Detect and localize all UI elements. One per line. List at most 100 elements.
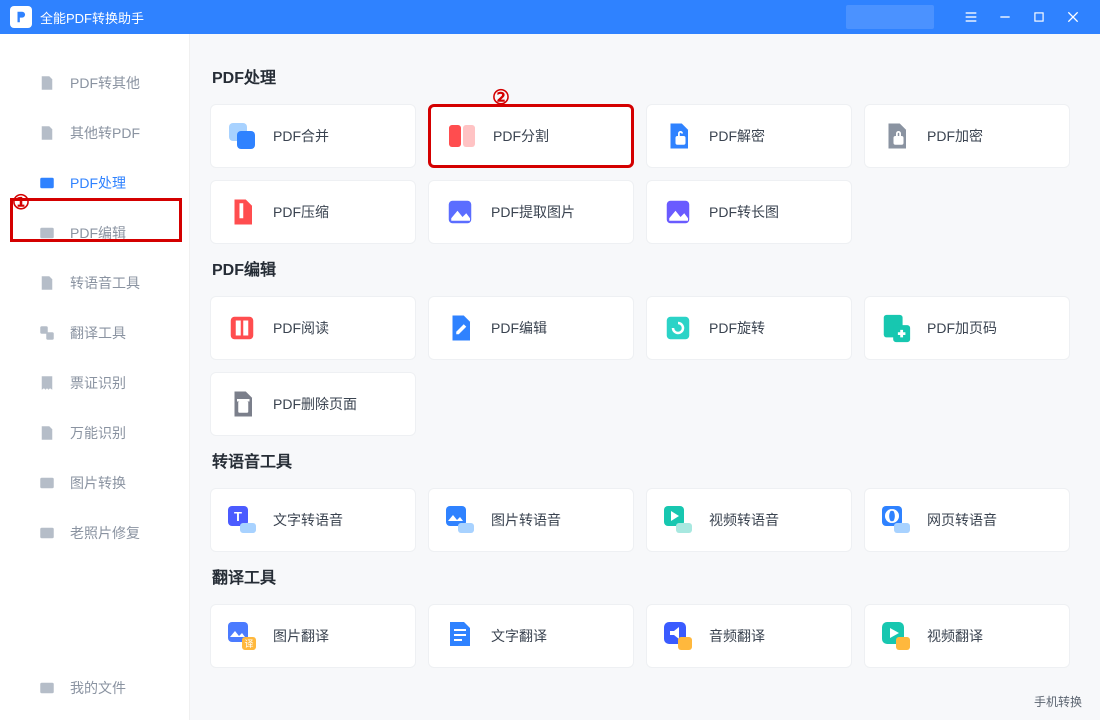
card-video-translate[interactable]: 视频翻译: [864, 604, 1070, 668]
pdf-file-icon: [38, 74, 56, 92]
card-pdf-split[interactable]: PDF分割: [428, 104, 634, 168]
text-tts-icon: T: [225, 503, 259, 537]
web-tts-icon: [879, 503, 913, 537]
video-translate-icon: [879, 619, 913, 653]
edit-icon: [443, 311, 477, 345]
delete-page-icon: [225, 387, 259, 421]
sidebar-item-translate[interactable]: 翻译工具: [0, 308, 189, 358]
sidebar-item-label: PDF编辑: [70, 223, 126, 243]
card-pdf-read[interactable]: PDF阅读: [210, 296, 416, 360]
minimize-button[interactable]: [988, 0, 1022, 34]
section-title-tts: 转语音工具: [212, 448, 1084, 472]
app-title: 全能PDF转换助手: [40, 8, 144, 27]
card-label: PDF解密: [709, 126, 765, 146]
card-web-to-speech[interactable]: 网页转语音: [864, 488, 1070, 552]
sidebar-item-other-to-pdf[interactable]: 其他转PDF: [0, 108, 189, 158]
maximize-button[interactable]: [1022, 0, 1056, 34]
card-label: 文字转语音: [273, 510, 343, 530]
unlock-icon: [661, 119, 695, 153]
card-label: 图片转语音: [491, 510, 561, 530]
sidebar-item-label: 我的文件: [70, 678, 126, 698]
sidebar-item-label: 图片转换: [70, 473, 126, 493]
sidebar: PDF转其他 其他转PDF PDF处理 PDF编辑 转语音工具 翻译工具: [0, 34, 190, 720]
section-title-pdf-process: PDF处理: [212, 64, 1084, 88]
sidebar-item-universal-ocr[interactable]: 万能识别: [0, 408, 189, 458]
text-translate-icon: [443, 619, 477, 653]
card-label: PDF旋转: [709, 318, 765, 338]
card-label: PDF转长图: [709, 202, 779, 222]
merge-icon: [225, 119, 259, 153]
card-audio-translate[interactable]: 音频翻译: [646, 604, 852, 668]
sidebar-item-photo-restore[interactable]: 老照片修复: [0, 508, 189, 558]
card-pdf-rotate[interactable]: PDF旋转: [646, 296, 852, 360]
card-label: PDF删除页面: [273, 394, 357, 414]
split-icon: [445, 119, 479, 153]
photo-restore-icon: [38, 524, 56, 542]
sidebar-item-pdf-edit[interactable]: PDF编辑: [0, 208, 189, 258]
read-icon: [225, 311, 259, 345]
card-video-to-speech[interactable]: 视频转语音: [646, 488, 852, 552]
title-bar: 全能PDF转换助手: [0, 0, 1100, 34]
sidebar-item-tts[interactable]: 转语音工具: [0, 258, 189, 308]
card-pdf-add-page-number[interactable]: PDF加页码: [864, 296, 1070, 360]
sidebar-item-label: PDF处理: [70, 173, 126, 193]
menu-button[interactable]: [954, 0, 988, 34]
card-label: 视频翻译: [927, 626, 983, 646]
card-label: PDF合并: [273, 126, 329, 146]
card-pdf-compress[interactable]: PDF压缩: [210, 180, 416, 244]
card-label: PDF加密: [927, 126, 983, 146]
footer-phone-convert[interactable]: 手机转换: [1034, 693, 1082, 710]
tts-icon: [38, 274, 56, 292]
card-image-to-speech[interactable]: 图片转语音: [428, 488, 634, 552]
svg-text:T: T: [234, 509, 242, 524]
video-tts-icon: [661, 503, 695, 537]
sidebar-item-label: 万能识别: [70, 423, 126, 443]
card-label: PDF提取图片: [491, 202, 575, 222]
card-pdf-delete-page[interactable]: PDF删除页面: [210, 372, 416, 436]
card-label: 图片翻译: [273, 626, 329, 646]
sidebar-item-label: 转语音工具: [70, 273, 140, 293]
card-pdf-edit[interactable]: PDF编辑: [428, 296, 634, 360]
translate-icon: [38, 324, 56, 342]
card-pdf-encrypt[interactable]: PDF加密: [864, 104, 1070, 168]
card-label: PDF分割: [493, 126, 549, 146]
card-text-translate[interactable]: 文字翻译: [428, 604, 634, 668]
card-label: 视频转语音: [709, 510, 779, 530]
card-pdf-merge[interactable]: PDF合并: [210, 104, 416, 168]
card-pdf-decrypt[interactable]: PDF解密: [646, 104, 852, 168]
sidebar-item-label: 老照片修复: [70, 523, 140, 543]
sidebar-item-pdf-process[interactable]: PDF处理: [0, 158, 189, 208]
image-translate-icon: 译: [225, 619, 259, 653]
main-content: PDF处理 PDF合并 PDF分割 PDF解密: [190, 34, 1100, 720]
sidebar-item-label: 票证识别: [70, 373, 126, 393]
sidebar-item-label: 翻译工具: [70, 323, 126, 343]
rotate-icon: [661, 311, 695, 345]
card-label: PDF编辑: [491, 318, 547, 338]
sidebar-item-receipt-ocr[interactable]: 票证识别: [0, 358, 189, 408]
card-label: 网页转语音: [927, 510, 997, 530]
my-files-icon: [38, 679, 56, 697]
section-title-pdf-edit: PDF编辑: [212, 256, 1084, 280]
sidebar-item-image-convert[interactable]: 图片转换: [0, 458, 189, 508]
image-extract-icon: [443, 195, 477, 229]
pdf-convert-icon: [38, 124, 56, 142]
card-text-to-speech[interactable]: T 文字转语音: [210, 488, 416, 552]
sidebar-item-label: PDF转其他: [70, 73, 140, 93]
sidebar-item-pdf-to-other[interactable]: PDF转其他: [0, 58, 189, 108]
card-image-translate[interactable]: 译 图片翻译: [210, 604, 416, 668]
close-button[interactable]: [1056, 0, 1090, 34]
section-title-translate: 翻译工具: [212, 564, 1084, 588]
card-pdf-to-long-image[interactable]: PDF转长图: [646, 180, 852, 244]
card-pdf-extract-image[interactable]: PDF提取图片: [428, 180, 634, 244]
image-convert-icon: [38, 474, 56, 492]
titlebar-account-area[interactable]: [846, 5, 934, 29]
pdf-edit-icon: [38, 224, 56, 242]
sidebar-item-my-files[interactable]: 我的文件: [0, 666, 189, 710]
card-label: 音频翻译: [709, 626, 765, 646]
card-label: PDF加页码: [927, 318, 997, 338]
receipt-icon: [38, 374, 56, 392]
image-tts-icon: [443, 503, 477, 537]
card-label: PDF压缩: [273, 202, 329, 222]
pdf-process-icon: [38, 174, 56, 192]
audio-translate-icon: [661, 619, 695, 653]
